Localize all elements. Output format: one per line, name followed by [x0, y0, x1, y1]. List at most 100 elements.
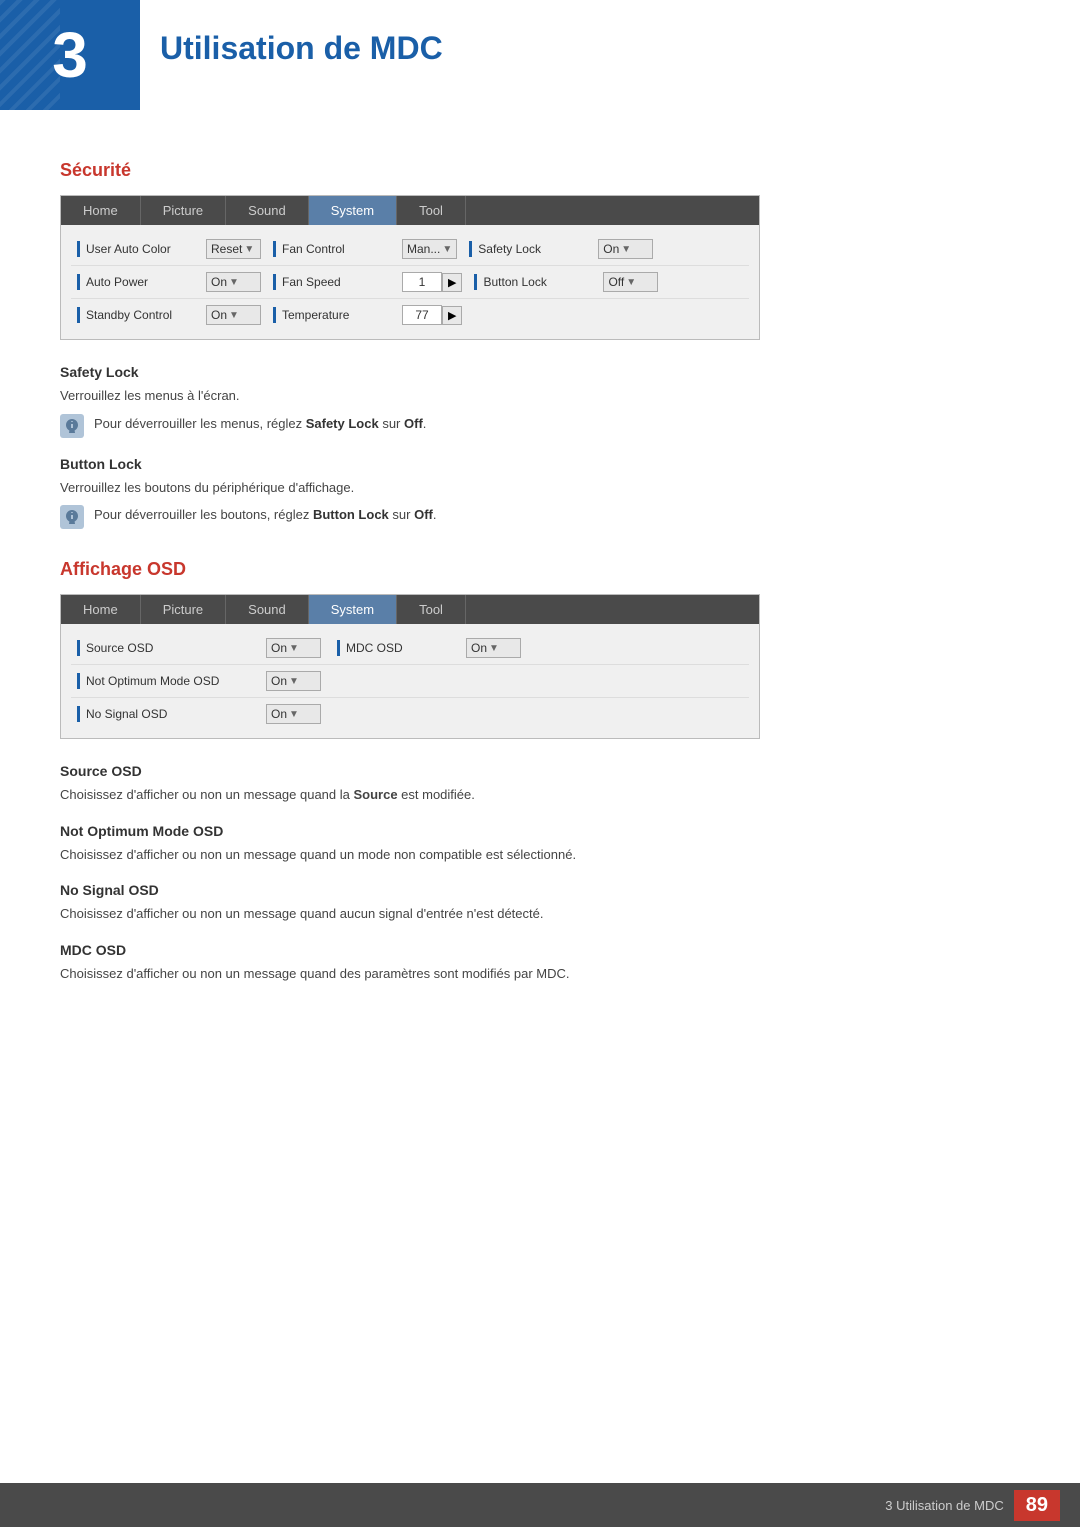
note-text-button-lock: Pour déverrouiller les boutons, réglez B… [94, 505, 436, 525]
indicator-user-auto-color [77, 241, 80, 257]
body-button-lock: Verrouillez les boutons du périphérique … [60, 478, 1020, 498]
panel-row-2: Auto Power On ▼ Fan Speed 1 ▶ Button Loc… [71, 266, 749, 299]
indicator-temperature [273, 307, 276, 323]
select-safety-lock[interactable]: On ▼ [598, 239, 653, 259]
tab-sound-1[interactable]: Sound [226, 196, 309, 225]
panel-row-3: Standby Control On ▼ Temperature 77 ▶ [71, 299, 749, 331]
chapter-header: 3 [0, 0, 140, 110]
header-diagonal-decoration [0, 0, 60, 110]
col-temperature: Temperature 77 ▶ [267, 303, 468, 327]
osd-panel-row-3: No Signal OSD On ▼ [71, 698, 749, 730]
security-panel-body: User Auto Color Reset ▼ Fan Control Man.… [61, 225, 759, 339]
note-safety-lock: Pour déverrouiller les menus, réglez Saf… [60, 414, 1020, 438]
osd-tab-row: Home Picture Sound System Tool [61, 595, 759, 624]
indicator-fan-speed [273, 274, 276, 290]
select-standby-control[interactable]: On ▼ [206, 305, 261, 325]
osd-panel-row-2: Not Optimum Mode OSD On ▼ [71, 665, 749, 698]
col-fan-speed: Fan Speed 1 ▶ [267, 270, 468, 294]
panel-row-1: User Auto Color Reset ▼ Fan Control Man.… [71, 233, 749, 266]
tab-tool-1[interactable]: Tool [397, 196, 466, 225]
indicator-fan-control [273, 241, 276, 257]
label-no-signal-osd: No Signal OSD [86, 707, 266, 721]
osd-panel: Home Picture Sound System Tool Source OS… [60, 594, 760, 739]
value-temperature: 77 [402, 305, 442, 325]
select-user-auto-color[interactable]: Reset ▼ [206, 239, 261, 259]
indicator-auto-power [77, 274, 80, 290]
label-fan-speed: Fan Speed [282, 275, 402, 289]
main-content: Sécurité Home Picture Sound System Tool … [0, 0, 1080, 1071]
col-user-auto-color: User Auto Color Reset ▼ [71, 237, 267, 261]
label-auto-power: Auto Power [86, 275, 206, 289]
label-safety-lock: Safety Lock [478, 242, 598, 256]
label-standby-control: Standby Control [86, 308, 206, 322]
indicator-standby-control [77, 307, 80, 323]
tab-tool-2[interactable]: Tool [397, 595, 466, 624]
body-source-osd: Choisissez d'afficher ou non un message … [60, 785, 1020, 805]
note-icon-safety-lock [60, 414, 84, 438]
body-mdc-osd: Choisissez d'afficher ou non un message … [60, 964, 1020, 984]
body-safety-lock: Verrouillez les menus à l'écran. [60, 386, 1020, 406]
subheading-safety-lock: Safety Lock [60, 364, 1020, 380]
value-fan-speed: 1 [402, 272, 442, 292]
col-mdc-osd: MDC OSD On ▼ [331, 636, 527, 660]
footer-text: 3 Utilisation de MDC [885, 1498, 1004, 1513]
note-button-lock: Pour déverrouiller les boutons, réglez B… [60, 505, 1020, 529]
col-no-signal-osd: No Signal OSD On ▼ [71, 702, 331, 726]
body-not-optimum-osd: Choisissez d'afficher ou non un message … [60, 845, 1020, 865]
select-no-signal-osd[interactable]: On ▼ [266, 704, 321, 724]
subheading-button-lock: Button Lock [60, 456, 1020, 472]
btn-fan-speed-right[interactable]: ▶ [442, 273, 462, 292]
btn-temperature-right[interactable]: ▶ [442, 306, 462, 325]
security-panel: Home Picture Sound System Tool User Auto… [60, 195, 760, 340]
select-fan-control[interactable]: Man... ▼ [402, 239, 457, 259]
label-mdc-osd: MDC OSD [346, 641, 466, 655]
osd-panel-row-1: Source OSD On ▼ MDC OSD On ▼ [71, 632, 749, 665]
col-auto-power: Auto Power On ▼ [71, 270, 267, 294]
col-standby-control: Standby Control On ▼ [71, 303, 267, 327]
col-empty-3 [331, 712, 511, 716]
note-icon-button-lock [60, 505, 84, 529]
select-button-lock[interactable]: Off ▼ [603, 272, 658, 292]
indicator-not-optimum-osd [77, 673, 80, 689]
indicator-mdc-osd [337, 640, 340, 656]
security-tab-row: Home Picture Sound System Tool [61, 196, 759, 225]
footer: 3 Utilisation de MDC 89 [0, 1483, 1080, 1527]
section-title-securite: Sécurité [60, 160, 1020, 181]
select-source-osd[interactable]: On ▼ [266, 638, 321, 658]
col-source-osd: Source OSD On ▼ [71, 636, 331, 660]
col-safety-lock: Safety Lock On ▼ [463, 237, 659, 261]
tab-picture-2[interactable]: Picture [141, 595, 226, 624]
tab-sound-2[interactable]: Sound [226, 595, 309, 624]
indicator-safety-lock [469, 241, 472, 257]
tab-home-1[interactable]: Home [61, 196, 141, 225]
select-not-optimum-osd[interactable]: On ▼ [266, 671, 321, 691]
col-empty-1 [468, 313, 648, 317]
subheading-mdc-osd: MDC OSD [60, 942, 1020, 958]
footer-page-number: 89 [1014, 1490, 1060, 1521]
indicator-no-signal-osd [77, 706, 80, 722]
label-source-osd: Source OSD [86, 641, 266, 655]
col-not-optimum-osd: Not Optimum Mode OSD On ▼ [71, 669, 331, 693]
label-user-auto-color: User Auto Color [86, 242, 206, 256]
subheading-source-osd: Source OSD [60, 763, 1020, 779]
indicator-source-osd [77, 640, 80, 656]
tab-picture-1[interactable]: Picture [141, 196, 226, 225]
subheading-no-signal-osd: No Signal OSD [60, 882, 1020, 898]
section-title-affichage-osd: Affichage OSD [60, 559, 1020, 580]
tab-home-2[interactable]: Home [61, 595, 141, 624]
col-fan-control: Fan Control Man... ▼ [267, 237, 463, 261]
label-button-lock: Button Lock [483, 275, 603, 289]
select-auto-power[interactable]: On ▼ [206, 272, 261, 292]
label-temperature: Temperature [282, 308, 402, 322]
col-empty-2 [331, 679, 511, 683]
label-not-optimum-osd: Not Optimum Mode OSD [86, 674, 266, 688]
body-no-signal-osd: Choisissez d'afficher ou non un message … [60, 904, 1020, 924]
tab-system-1[interactable]: System [309, 196, 397, 225]
note-text-safety-lock: Pour déverrouiller les menus, réglez Saf… [94, 414, 426, 434]
col-button-lock: Button Lock Off ▼ [468, 270, 664, 294]
tab-system-2[interactable]: System [309, 595, 397, 624]
label-fan-control: Fan Control [282, 242, 402, 256]
subheading-not-optimum-osd: Not Optimum Mode OSD [60, 823, 1020, 839]
indicator-button-lock [474, 274, 477, 290]
select-mdc-osd[interactable]: On ▼ [466, 638, 521, 658]
